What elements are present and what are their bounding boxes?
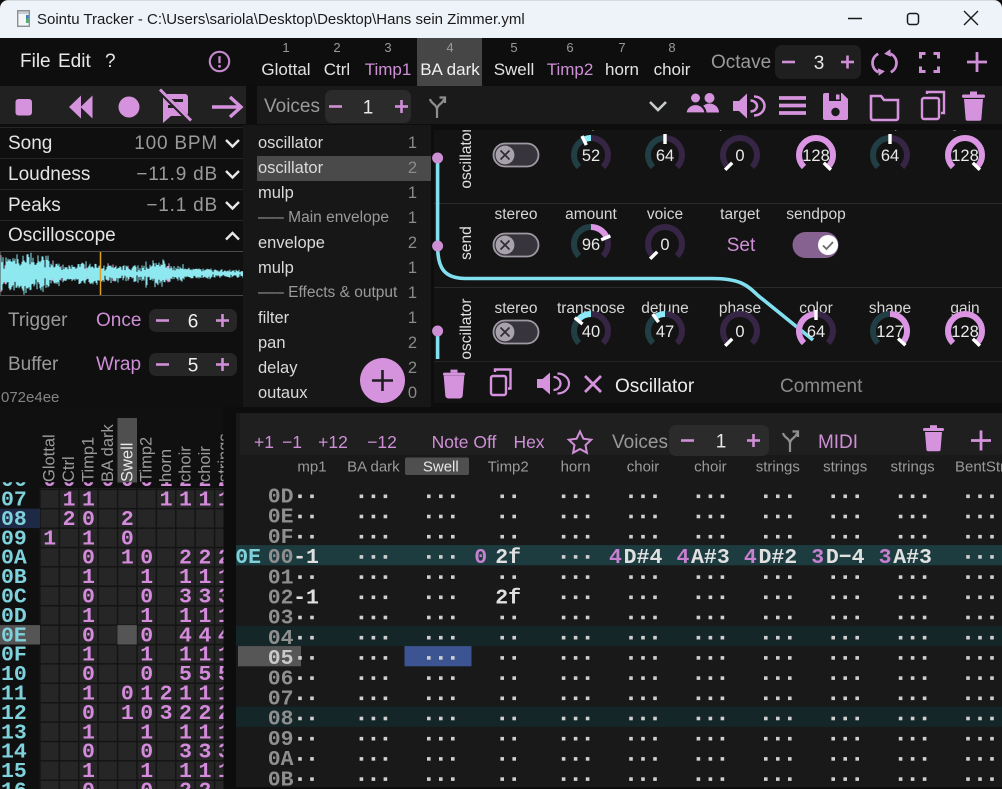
svg-text:strings: strings [756,459,800,476]
svg-text:0B: 0B [268,768,294,789]
svg-text:-1: -1 [293,546,319,570]
svg-text:A#3: A#3 [691,546,730,570]
svg-text:2: 2 [63,508,76,532]
svg-text:127: 127 [876,323,904,341]
svg-text:−1: −1 [282,432,302,452]
svg-text:Glottal: Glottal [41,434,59,482]
svg-text:Swell: Swell [423,459,459,476]
svg-text:0E: 0E [235,546,261,570]
svg-text:Set: Set [727,235,756,256]
svg-text:horn: horn [157,449,175,482]
svg-text:detune: detune [641,114,688,131]
svg-text:-1: -1 [293,587,319,611]
svg-text:Comment: Comment [780,376,863,397]
svg-text:gain: gain [950,114,979,131]
svg-text:Swell: Swell [118,443,136,482]
svg-text:2: 2 [179,780,192,789]
svg-text:D−4: D−4 [826,546,865,570]
svg-text:−12: −12 [367,432,397,452]
svg-text:0: 0 [82,780,95,789]
svg-text:A#3: A#3 [893,546,932,570]
svg-text:1: 1 [218,760,231,784]
svg-text:target: target [720,206,760,223]
svg-text:transpose: transpose [557,114,625,131]
svg-text:phase: phase [719,114,761,131]
svg-text:3: 3 [160,702,173,726]
svg-text:128: 128 [802,147,830,165]
svg-text:0: 0 [735,323,744,341]
svg-text:2: 2 [198,780,211,789]
svg-text:stereo: stereo [494,300,537,317]
svg-text:horn: horn [561,459,591,476]
svg-text:Voices: Voices [612,432,668,453]
svg-text:amount: amount [565,206,617,223]
svg-text:2f: 2f [495,546,521,570]
svg-text:+1: +1 [254,432,274,452]
svg-text:strings: strings [823,459,867,476]
svg-text:1: 1 [160,489,173,513]
svg-text:1: 1 [179,489,192,513]
svg-text:16: 16 [1,780,27,789]
svg-text:stereo: stereo [494,114,537,131]
svg-text:stereo: stereo [494,206,537,223]
svg-text:4: 4 [744,546,757,570]
svg-text:1: 1 [218,489,231,513]
svg-text:0: 0 [660,236,669,254]
svg-text:choir: choir [177,446,195,482]
svg-text:3: 3 [811,546,824,570]
svg-text:choir: choir [627,459,660,476]
svg-text:1: 1 [716,432,727,453]
svg-text:128: 128 [951,323,979,341]
svg-text:47: 47 [656,323,674,341]
svg-text:D#4: D#4 [624,546,663,570]
svg-text:sendpop: sendpop [786,206,845,223]
svg-text:BA dark: BA dark [347,459,400,476]
svg-text:BA dark: BA dark [99,423,117,482]
svg-text:+12: +12 [318,432,348,452]
svg-text:64: 64 [656,147,674,165]
svg-text:Hex: Hex [513,432,544,452]
svg-text:voice: voice [647,206,683,223]
svg-text:0: 0 [140,780,153,789]
svg-text:1: 1 [121,702,134,726]
svg-text:MIDI: MIDI [818,432,858,453]
svg-text:strings: strings [891,459,935,476]
svg-text:oscillator: oscillator [458,127,475,188]
svg-text:0: 0 [474,546,487,570]
svg-text:color: color [799,114,833,131]
svg-text:Oscillator: Oscillator [615,376,695,397]
svg-text:strings: strings [215,433,233,482]
svg-text:52: 52 [582,147,600,165]
svg-text:96: 96 [582,236,600,254]
svg-text:128: 128 [951,147,979,165]
svg-text:4: 4 [676,546,689,570]
svg-text:1: 1 [43,527,56,551]
svg-text:0: 0 [735,147,744,165]
svg-text:Timp2: Timp2 [138,437,156,482]
svg-text:1: 1 [121,547,134,571]
svg-text:4: 4 [609,546,622,570]
svg-text:choir: choir [196,446,214,482]
svg-text:choir: choir [694,459,727,476]
svg-text:Note Off: Note Off [432,432,497,452]
svg-text:64: 64 [881,147,899,165]
svg-text:Timp2: Timp2 [488,459,529,476]
svg-text:D#2: D#2 [758,546,797,570]
svg-text:40: 40 [582,323,600,341]
svg-text:send: send [458,226,475,260]
svg-text:Ctrl: Ctrl [60,456,78,482]
svg-text:2f: 2f [495,587,521,611]
svg-text:Timp1: Timp1 [80,437,98,482]
svg-text:BentStr: BentStr [955,459,1002,476]
svg-text:1: 1 [198,489,211,513]
svg-text:3: 3 [879,546,892,570]
svg-text:64: 64 [807,323,825,341]
svg-text:oscillator: oscillator [458,298,475,359]
svg-text:shape: shape [869,114,911,131]
